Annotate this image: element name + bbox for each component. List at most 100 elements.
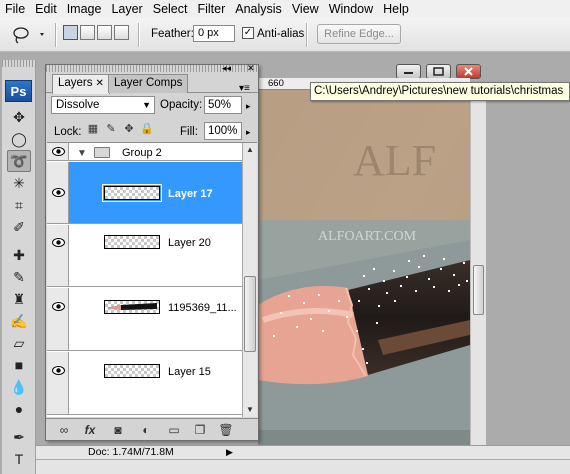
close-window-button[interactable] [456,64,481,79]
lasso-icon [13,27,44,44]
menu-analysis[interactable]: Analysis [230,0,287,18]
tab-layers-label: Layers [58,77,93,89]
subtract-from-selection-button[interactable] [97,25,112,40]
blur-tool-icon[interactable]: 💧 [7,376,31,398]
gradient-tool-icon[interactable]: ■ [7,354,31,376]
tab-close-icon[interactable]: ✕ [96,78,104,89]
scroll-down-icon[interactable]: ▼ [246,405,254,414]
feather-label: Feather: [151,28,194,40]
scroll-up-icon[interactable]: ▲ [246,145,254,154]
eyedropper-tool-icon[interactable]: ✐ [7,216,31,238]
menu-layer[interactable]: Layer [106,0,147,18]
maximize-icon [433,67,444,76]
vertical-scroll-thumb[interactable] [473,265,484,315]
lock-all-icon[interactable]: 🔒 [140,122,154,136]
layer-name: Layer 17 [168,188,213,200]
lock-position-icon[interactable]: ✥ [122,122,136,136]
minimize-button[interactable] [396,64,421,79]
pencil-photo: ALF ALFOART.COM [258,90,470,445]
menu-select[interactable]: Select [148,0,193,18]
feather-input[interactable]: 0 px [193,25,235,42]
marquee-tool-icon[interactable]: ◯ [7,128,31,150]
magic-wand-tool-icon[interactable]: ✳ [7,172,31,194]
add-mask-icon[interactable]: ◙ [110,422,126,438]
options-separator [55,23,57,47]
layers-scrollbar[interactable]: ▲ ▼ [242,143,257,417]
refine-edge-button[interactable]: Refine Edge... [317,24,401,44]
tab-layers[interactable]: Layers ✕ [52,74,110,94]
type-tool-icon[interactable]: T [7,448,31,470]
layer-thumbnail [104,364,160,378]
eye-icon [52,366,65,375]
fx-icon[interactable]: fx [82,422,98,438]
menu-bar: File Edit Image Layer Select Filter Anal… [0,0,570,18]
layer-row[interactable]: Layer 17 [47,162,242,224]
tools-grip[interactable] [2,60,36,67]
new-layer-icon[interactable]: ❐ [192,422,208,438]
visibility-toggle[interactable] [47,143,69,160]
new-selection-button[interactable] [63,25,78,40]
adjustment-layer-icon[interactable]: ◐ [138,422,154,438]
visibility-toggle[interactable] [47,352,69,414]
layer-thumbnail [104,235,160,249]
visibility-toggle[interactable] [47,225,69,286]
dodge-tool-icon[interactable]: ● [7,398,31,420]
menu-window[interactable]: Window [324,0,378,18]
add-to-selection-button[interactable] [80,25,95,40]
layer-row[interactable]: 1195369_11... [47,288,242,351]
layer-thumbnail [104,300,160,314]
chevron-down-icon: ▼ [142,100,151,110]
options-separator [306,23,308,47]
new-group-icon[interactable]: ▭ [166,422,182,438]
visibility-toggle[interactable] [47,162,69,223]
opacity-dropdown-icon[interactable]: ▸ [246,101,251,112]
menu-view[interactable]: View [287,0,324,18]
close-panel-icon[interactable]: ✕ [247,64,255,73]
crop-tool-icon[interactable]: ⌗ [7,194,31,216]
delete-layer-icon[interactable]: 🗑 [218,422,234,438]
eraser-tool-icon[interactable]: ▱ [7,332,31,354]
layer-row[interactable]: Layer 15 [47,352,242,415]
layer-group-row[interactable]: ▼ Group 2 [47,143,242,161]
move-tool-icon[interactable]: ✥ [7,106,31,128]
vertical-scrollbar[interactable] [470,90,486,445]
panel-menu-icon[interactable]: ▾≡ [239,83,250,94]
group-name: Group 2 [122,147,162,159]
maximize-button[interactable] [426,64,451,79]
tab-layer-comps[interactable]: Layer Comps [108,74,189,93]
lasso-tool-icon[interactable]: ➰ [7,150,31,172]
layers-scroll-thumb[interactable] [244,276,256,352]
eye-icon [52,188,65,197]
fill-dropdown-icon[interactable]: ▸ [246,127,251,138]
link-layers-icon[interactable]: ∞ [56,422,72,438]
layers-panel-footer: ∞ fx ◙ ◐ ▭ ❐ 🗑 [46,418,258,440]
blend-mode-select[interactable]: Dissolve ▼ [51,96,155,114]
ruler-number: 660 [268,78,284,89]
tool-preset-picker[interactable] [10,26,48,44]
pen-tool-icon[interactable]: ✒ [7,426,31,448]
opacity-input[interactable]: 50% [204,96,242,114]
fill-input[interactable]: 100% [204,122,242,140]
menu-edit[interactable]: Edit [30,0,62,18]
history-brush-tool-icon[interactable]: ✍ [7,310,31,332]
visibility-toggle[interactable] [47,288,69,350]
group-expand-icon[interactable]: ▼ [77,148,87,159]
layer-row[interactable]: Layer 20 [47,225,242,287]
healing-brush-tool-icon[interactable]: ✚ [7,244,31,266]
antialias-checkbox[interactable]: ✓ [242,27,254,39]
menu-file[interactable]: File [0,0,30,18]
clone-stamp-tool-icon[interactable]: ♜ [7,288,31,310]
lock-image-icon[interactable]: ✎ [104,122,118,136]
brush-tool-icon[interactable]: ✎ [7,266,31,288]
menu-help[interactable]: Help [378,0,414,18]
lock-transparency-icon[interactable]: ▦ [86,122,100,136]
menu-image[interactable]: Image [62,0,107,18]
layers-list: ▼ Group 2 Layer 17 Layer 20 1195369_11..… [47,142,257,417]
eye-icon [52,147,65,156]
blend-mode-value: Dissolve [56,99,100,111]
menu-filter[interactable]: Filter [192,0,230,18]
horizontal-scrollbar[interactable] [36,459,570,474]
collapse-panel-icon[interactable]: ◂◂ [222,64,231,73]
intersect-selection-button[interactable] [114,25,129,40]
status-menu-arrow[interactable]: ▶ [226,447,233,458]
